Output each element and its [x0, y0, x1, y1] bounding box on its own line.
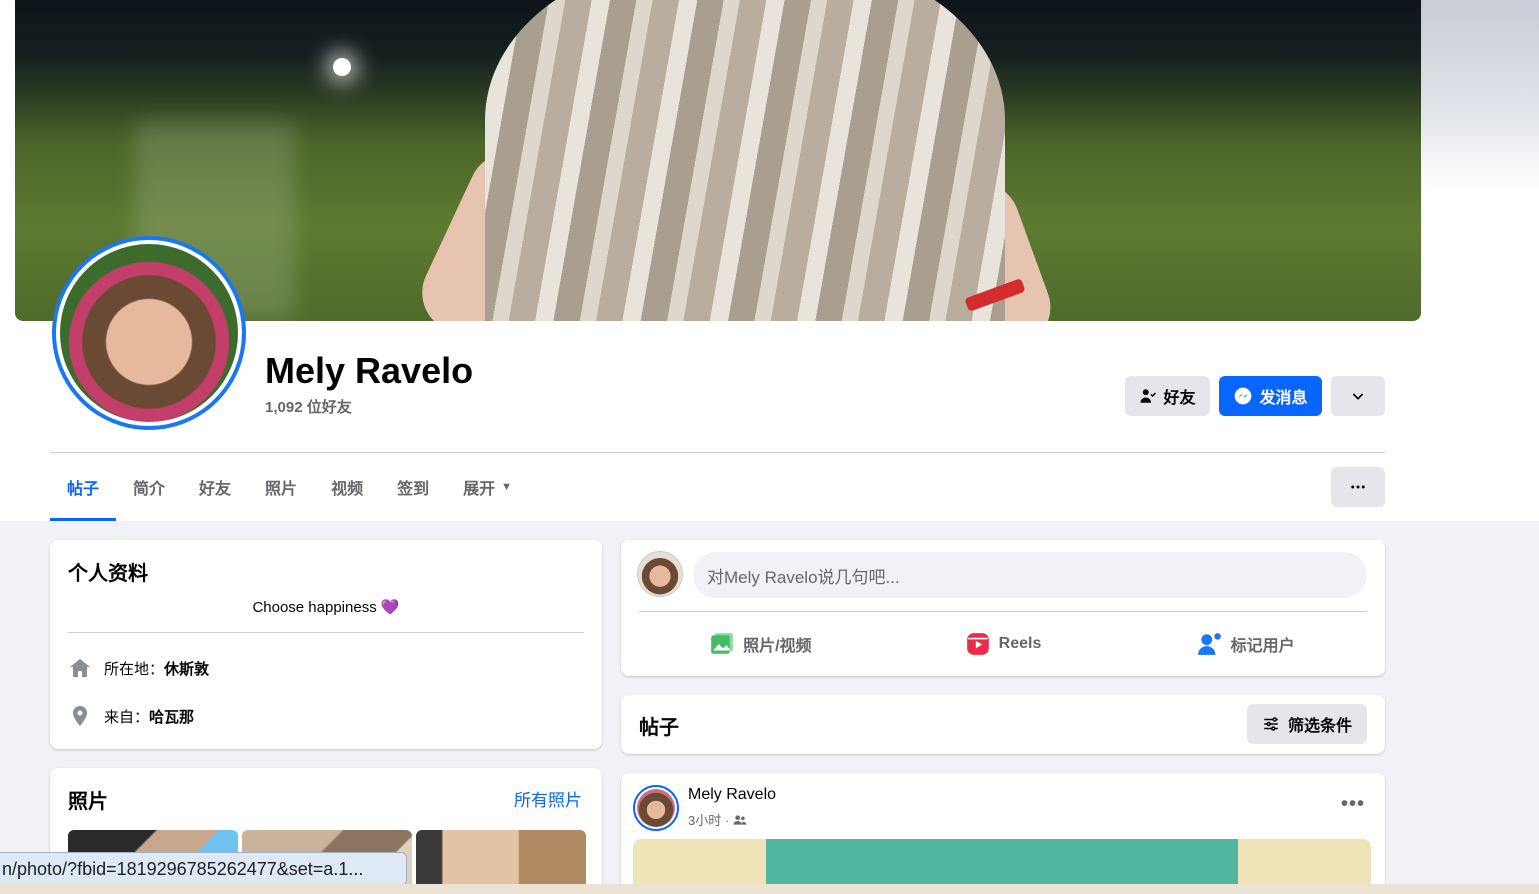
filter-sliders-icon [1264, 717, 1278, 731]
post-card: Mely Ravelo 3小时 · ••• [621, 773, 1385, 894]
intro-lives-label: 所在地： [104, 660, 165, 678]
messenger-icon [1235, 387, 1252, 405]
cover-stadium-light [333, 58, 351, 76]
link-preview-statusbar: n/photo/?fbid=1819296785262477&set=a.1..… [0, 852, 407, 886]
home-icon [70, 659, 90, 677]
taskbar-edge [0, 884, 1539, 894]
tab-checkins[interactable]: 签到 [380, 453, 446, 521]
photo-video-button[interactable]: 照片/视频 [639, 620, 882, 668]
intro-card: 个人资料 Choose happiness 💜 所在地：休斯敦 来自：哈瓦那 [50, 540, 602, 749]
post-meta: 3小时 · [688, 810, 747, 829]
tab-more[interactable]: 展开 ▼ [446, 453, 529, 521]
message-button-label: 发消息 [1259, 390, 1308, 407]
composer-divider [639, 611, 1367, 612]
reels-icon [966, 633, 989, 655]
intro-from: 来自：哈瓦那 [68, 704, 194, 728]
composer-input[interactable]: 对Mely Ravelo说几句吧... [693, 552, 1367, 598]
post-author-name[interactable]: Mely Ravelo [688, 786, 776, 804]
tab-label: 展开 [463, 481, 496, 498]
friends-button-label: 好友 [1163, 390, 1196, 407]
photos-title: 照片 [68, 791, 108, 813]
tab-label: 视频 [331, 481, 364, 498]
posts-header-title: 帖子 [639, 717, 679, 739]
tab-label: 签到 [397, 481, 430, 498]
tab-about[interactable]: 简介 [116, 453, 182, 521]
composer-actions: 照片/视频 Reels 标记用户 [639, 620, 1367, 668]
profile-tabs: 帖子 简介 好友 照片 视频 签到 展开 ▼ [50, 453, 529, 521]
tag-people-button[interactable]: 标记用户 [1124, 620, 1367, 668]
reels-label: Reels [998, 635, 1042, 652]
photo-gallery-icon [711, 633, 733, 654]
post-avatar-photo [637, 789, 675, 827]
filter-button[interactable]: 筛选条件 [1247, 704, 1367, 744]
intro-title: 个人资料 [68, 563, 148, 585]
cover-photo[interactable] [15, 0, 1421, 321]
tab-posts[interactable]: 帖子 [50, 453, 117, 521]
chevron-down-icon [1352, 393, 1364, 400]
friends-audience-icon [733, 814, 747, 825]
avatar-photo [60, 244, 238, 422]
cover-child-shirt [485, 0, 1005, 321]
reels-button[interactable]: Reels [882, 620, 1125, 668]
avatar-frame [56, 240, 242, 426]
tag-people-label: 标记用户 [1230, 638, 1295, 655]
composer-avatar[interactable] [637, 551, 683, 597]
filter-button-label: 筛选条件 [1287, 718, 1352, 735]
photo-video-label: 照片/视频 [743, 638, 812, 655]
intro-from-label: 来自： [104, 708, 150, 726]
person-check-icon [1140, 389, 1157, 403]
window-edge-fade [1421, 0, 1539, 190]
intro-lives-in: 所在地：休斯敦 [68, 656, 209, 680]
ellipsis-icon [1351, 485, 1365, 489]
caret-down-icon: ▼ [501, 481, 512, 493]
intro-bio: Choose happiness 💜 [252, 599, 400, 616]
friends-button[interactable]: 好友 [1125, 376, 1210, 416]
post-author-avatar[interactable] [633, 785, 679, 831]
message-button[interactable]: 发消息 [1219, 376, 1322, 416]
post-timestamp[interactable]: 3小时 · [688, 810, 729, 829]
location-pin-icon [73, 706, 87, 726]
profile-name: Mely Ravelo [265, 350, 474, 391]
tab-label: 帖子 [67, 481, 100, 498]
tab-label: 好友 [199, 481, 232, 498]
profile-avatar[interactable] [52, 236, 246, 430]
tag-people-icon [1197, 633, 1221, 655]
tab-photos[interactable]: 照片 [248, 453, 314, 521]
intro-divider [68, 632, 584, 633]
profile-more-button[interactable] [1331, 467, 1385, 507]
posts-header-card: 帖子 筛选条件 [621, 695, 1385, 754]
tab-label: 照片 [265, 481, 298, 498]
all-photos-link[interactable]: 所有照片 [514, 786, 582, 811]
tab-label: 简介 [133, 481, 166, 498]
post-composer: 对Mely Ravelo说几句吧... 照片/视频 Reels 标记用户 [621, 540, 1385, 676]
tab-videos[interactable]: 视频 [314, 453, 380, 521]
tab-friends[interactable]: 好友 [182, 453, 248, 521]
friend-count[interactable]: 1,092 位好友 [265, 396, 352, 417]
profile-actions-dropdown[interactable] [1331, 376, 1385, 416]
intro-from-value[interactable]: 哈瓦那 [149, 709, 194, 726]
intro-lives-value[interactable]: 休斯敦 [164, 661, 209, 678]
post-options-icon[interactable]: ••• [1341, 793, 1365, 816]
